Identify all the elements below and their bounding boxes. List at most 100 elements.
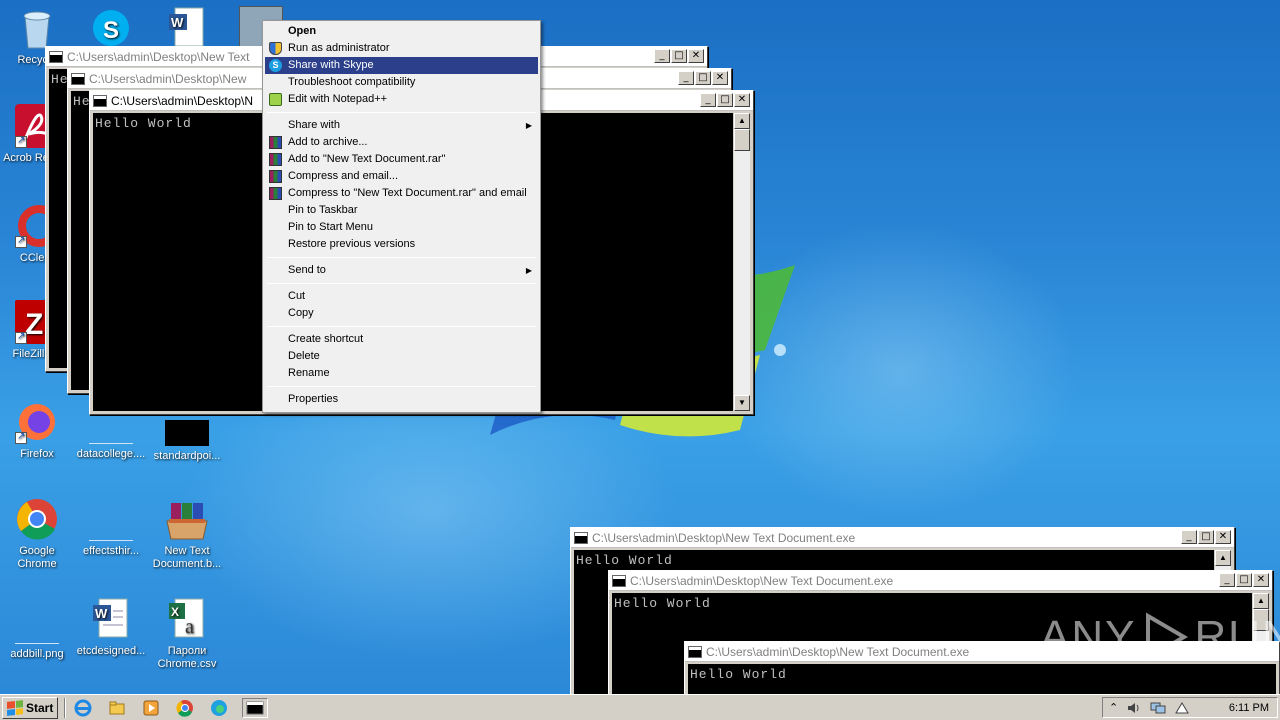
svg-text:Z: Z bbox=[25, 308, 43, 341]
menu-separator bbox=[267, 257, 536, 258]
minimize-button[interactable]: _ bbox=[1181, 530, 1197, 544]
menu-item-pin-start[interactable]: Pin to Start Menu bbox=[265, 219, 538, 236]
menu-item-label: Compress and email... bbox=[288, 170, 399, 182]
scroll-thumb[interactable] bbox=[734, 129, 750, 151]
menu-item-label: Add to archive... bbox=[288, 136, 368, 148]
shortcut-arrow-icon bbox=[15, 430, 27, 444]
desktop-icon-etcdesigned[interactable]: W etcdesigned... bbox=[74, 597, 148, 658]
window-title: C:\Users\admin\Desktop\New Text Document… bbox=[706, 644, 970, 659]
winrar-icon bbox=[269, 187, 282, 200]
close-button[interactable]: ✕ bbox=[688, 49, 704, 63]
minimize-button[interactable]: _ bbox=[654, 49, 670, 63]
chrome-icon bbox=[15, 497, 59, 541]
title-bar[interactable]: C:\Users\admin\Desktop\New Text Document… bbox=[571, 528, 1234, 548]
clock[interactable]: 6:11 PM bbox=[1229, 702, 1269, 714]
menu-item-properties[interactable]: Properties bbox=[265, 391, 538, 408]
scroll-down-arrow-icon[interactable]: ▼ bbox=[734, 395, 750, 411]
menu-item-compress-rar-email[interactable]: Compress to "New Text Document.rar" and … bbox=[265, 185, 538, 202]
sound-icon[interactable] bbox=[1126, 701, 1142, 715]
tray-expand-icon[interactable]: ⌃ bbox=[1109, 701, 1118, 714]
winrar-icon bbox=[269, 170, 282, 183]
submenu-arrow-icon: ▶ bbox=[525, 121, 532, 130]
console-window-icon bbox=[93, 94, 107, 107]
close-button[interactable]: ✕ bbox=[734, 93, 750, 107]
menu-item-open[interactable]: Open bbox=[265, 23, 538, 40]
blank-file-icon bbox=[15, 600, 59, 644]
context-menu: Open Run as administrator S Share with Sk… bbox=[262, 20, 541, 413]
shortcut-arrow-icon bbox=[15, 234, 27, 248]
window-title: C:\Users\admin\Desktop\New bbox=[89, 71, 247, 86]
start-button[interactable]: Start bbox=[2, 696, 59, 719]
vertical-scrollbar[interactable]: ▲ ▼ bbox=[734, 113, 750, 411]
minimize-button[interactable]: _ bbox=[1219, 573, 1235, 587]
media-player-icon[interactable] bbox=[140, 698, 162, 718]
action-center-icon[interactable] bbox=[1174, 701, 1190, 715]
close-button[interactable]: ✕ bbox=[1215, 530, 1231, 544]
console-window-icon[interactable] bbox=[242, 697, 269, 718]
word-document-icon: W bbox=[165, 6, 209, 50]
menu-item-send-to[interactable]: Send to ▶ bbox=[265, 262, 538, 279]
ie-icon[interactable] bbox=[72, 698, 94, 718]
network-icon[interactable] bbox=[1150, 701, 1166, 715]
window-controls: _ □ ✕ bbox=[700, 93, 750, 107]
menu-item-compress-email[interactable]: Compress and email... bbox=[265, 168, 538, 185]
menu-item-rename[interactable]: Rename bbox=[265, 365, 538, 382]
scroll-up-arrow-icon[interactable]: ▲ bbox=[1253, 593, 1269, 609]
desktop-icon-label: addbill.png bbox=[10, 648, 64, 660]
anyrun-watermark: ANY RUN bbox=[1040, 612, 1280, 662]
maximize-button[interactable]: □ bbox=[1236, 573, 1252, 587]
desktop-icon-effectsthir[interactable]: effectsthir... bbox=[74, 497, 148, 558]
desktop-icon-label: standardpoi... bbox=[153, 450, 221, 462]
scroll-up-arrow-icon[interactable]: ▲ bbox=[734, 113, 750, 129]
maximize-button[interactable]: □ bbox=[717, 93, 733, 107]
desktop-icon-winrar-archive[interactable]: New Text Document.b... bbox=[150, 497, 224, 571]
scroll-up-arrow-icon[interactable]: ▲ bbox=[1215, 550, 1231, 566]
menu-item-label: Open bbox=[288, 25, 317, 37]
menu-item-label: Cut bbox=[288, 290, 306, 302]
edge-icon[interactable] bbox=[208, 698, 230, 718]
menu-item-pin-taskbar[interactable]: Pin to Taskbar bbox=[265, 202, 538, 219]
console-window-icon bbox=[49, 50, 63, 63]
console-output[interactable]: Hello World bbox=[688, 664, 1276, 697]
word-document-icon: W bbox=[89, 597, 133, 641]
menu-item-share-with[interactable]: Share with ▶ bbox=[265, 117, 538, 134]
uac-shield-icon bbox=[269, 42, 282, 55]
menu-item-run-as-admin[interactable]: Run as administrator bbox=[265, 40, 538, 57]
chrome-icon[interactable] bbox=[174, 698, 196, 718]
title-bar[interactable]: C:\Users\admin\Desktop\New Text Document… bbox=[609, 571, 1272, 591]
desktop-icon-addbill[interactable]: addbill.png bbox=[0, 600, 74, 661]
window-controls: _ □ ✕ bbox=[678, 71, 728, 85]
desktop-icon-label: etcdesigned... bbox=[76, 645, 146, 657]
maximize-button[interactable]: □ bbox=[695, 71, 711, 85]
play-logo-icon bbox=[1146, 612, 1189, 662]
minimize-button[interactable]: _ bbox=[700, 93, 716, 107]
menu-item-troubleshoot[interactable]: Troubleshoot compatibility bbox=[265, 74, 538, 91]
console-window-icon bbox=[688, 645, 702, 658]
maximize-button[interactable]: □ bbox=[1198, 530, 1214, 544]
menu-item-add-rar[interactable]: Add to "New Text Document.rar" bbox=[265, 151, 538, 168]
menu-item-label: Share with bbox=[288, 119, 340, 131]
desktop-icon-firefox[interactable]: Firefox bbox=[0, 400, 74, 461]
notepad-plus-plus-icon bbox=[269, 93, 282, 106]
menu-item-cut[interactable]: Cut bbox=[265, 288, 538, 305]
window-controls: _ □ ✕ bbox=[1219, 573, 1269, 587]
explorer-icon[interactable] bbox=[106, 698, 128, 718]
window-title: C:\Users\admin\Desktop\New Text Document… bbox=[592, 530, 856, 545]
menu-item-add-archive[interactable]: Add to archive... bbox=[265, 134, 538, 151]
firefox-icon bbox=[15, 400, 59, 444]
menu-item-share-skype[interactable]: S Share with Skype bbox=[265, 57, 538, 74]
minimize-button[interactable]: _ bbox=[678, 71, 694, 85]
menu-item-create-shortcut[interactable]: Create shortcut bbox=[265, 331, 538, 348]
desktop-icon-chrome[interactable]: Google Chrome bbox=[0, 497, 74, 571]
desktop-icon-label: Google Chrome bbox=[17, 545, 57, 570]
menu-item-edit-notepad[interactable]: Edit with Notepad++ bbox=[265, 91, 538, 108]
menu-item-delete[interactable]: Delete bbox=[265, 348, 538, 365]
close-button[interactable]: ✕ bbox=[712, 71, 728, 85]
window-controls: _ □ ✕ bbox=[1181, 530, 1231, 544]
menu-item-label: Compress to "New Text Document.rar" and … bbox=[288, 187, 527, 199]
menu-item-copy[interactable]: Copy bbox=[265, 305, 538, 322]
close-button[interactable]: ✕ bbox=[1253, 573, 1269, 587]
menu-item-restore-versions[interactable]: Restore previous versions bbox=[265, 236, 538, 253]
desktop-icon-passwords-csv[interactable]: Xa Пароли Chrome.csv bbox=[150, 597, 224, 671]
maximize-button[interactable]: □ bbox=[671, 49, 687, 63]
